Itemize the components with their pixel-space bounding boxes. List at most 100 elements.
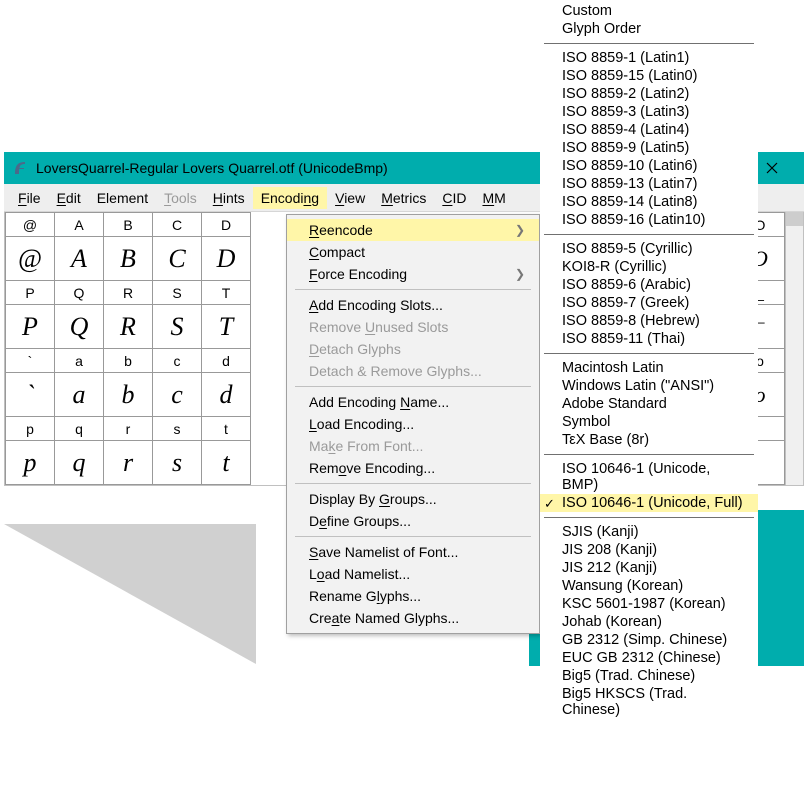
encoding-option[interactable]: ISO 8859-6 (Arabic)	[540, 276, 758, 294]
glyph-head: T	[202, 281, 251, 305]
encoding-option[interactable]: JIS 212 (Kanji)	[540, 559, 758, 577]
menu-item-detach-glyphs: Detach Glyphs	[287, 338, 539, 360]
glyph-cell[interactable]: T	[202, 305, 251, 349]
glyph-cell[interactable]: q	[55, 441, 104, 485]
glyph-cell[interactable]: d	[202, 373, 251, 417]
menu-item-compact[interactable]: Compact	[287, 241, 539, 263]
encoding-option[interactable]: ✓ISO 10646-1 (Unicode, Full)	[540, 494, 758, 512]
glyph-cell[interactable]: `	[6, 373, 55, 417]
encoding-option[interactable]: KSC 5601-1987 (Korean)	[540, 595, 758, 613]
menu-item-remove-encoding[interactable]: Remove Encoding...	[287, 457, 539, 479]
menu-item-define-groups[interactable]: Define Groups...	[287, 510, 539, 532]
encoding-option[interactable]: ISO 8859-1 (Latin1)	[540, 49, 758, 67]
menu-item-force-encoding[interactable]: Force Encoding❯	[287, 263, 539, 285]
encoding-option[interactable]: ISO 8859-16 (Latin10)	[540, 211, 758, 229]
menu-separator	[295, 289, 531, 290]
menu-item-add-encoding-name[interactable]: Add Encoding Name...	[287, 391, 539, 413]
glyph-cell[interactable]: t	[202, 441, 251, 485]
encoding-option[interactable]: Macintosh Latin	[540, 359, 758, 377]
encoding-option[interactable]: ISO 8859-4 (Latin4)	[540, 121, 758, 139]
menu-separator	[295, 536, 531, 537]
glyph-cell[interactable]: B	[104, 237, 153, 281]
glyph-cell[interactable]: @	[6, 237, 55, 281]
encoding-option[interactable]: ISO 8859-5 (Cyrillic)	[540, 240, 758, 258]
menu-edit[interactable]: Edit	[49, 187, 89, 209]
glyph-head: D	[202, 213, 251, 237]
encoding-option[interactable]: Wansung (Korean)	[540, 577, 758, 595]
glyph-cell[interactable]: Q	[55, 305, 104, 349]
glyph-head: S	[153, 281, 202, 305]
menu-item-reencode[interactable]: Reencode❯	[287, 219, 539, 241]
encoding-option[interactable]: KOI8-R (Cyrillic)	[540, 258, 758, 276]
menu-separator	[295, 483, 531, 484]
encoding-option[interactable]: SJIS (Kanji)	[540, 523, 758, 541]
encoding-option[interactable]: Glyph Order	[540, 20, 758, 38]
glyph-cell[interactable]: p	[6, 441, 55, 485]
encoding-option[interactable]: ISO 8859-8 (Hebrew)	[540, 312, 758, 330]
glyph-cell[interactable]: r	[104, 441, 153, 485]
glyph-cell[interactable]: b	[104, 373, 153, 417]
encoding-option[interactable]: ISO 8859-2 (Latin2)	[540, 85, 758, 103]
app-icon	[12, 160, 28, 176]
encoding-option[interactable]: ISO 8859-15 (Latin0)	[540, 67, 758, 85]
glyph-head: d	[202, 349, 251, 373]
glyph-cell[interactable]: P	[6, 305, 55, 349]
encoding-option[interactable]: Windows Latin ("ANSI")	[540, 377, 758, 395]
encoding-option[interactable]: GB 2312 (Simp. Chinese)	[540, 631, 758, 649]
glyph-head: p	[6, 417, 55, 441]
menu-separator	[544, 454, 754, 455]
glyph-head: B	[104, 213, 153, 237]
encoding-option[interactable]: ISO 8859-9 (Latin5)	[540, 139, 758, 157]
encoding-option[interactable]: EUC GB 2312 (Chinese)	[540, 649, 758, 667]
encoding-option[interactable]: JIS 208 (Kanji)	[540, 541, 758, 559]
encoding-option[interactable]: ISO 10646-1 (Unicode, BMP)	[540, 460, 758, 494]
glyph-cell[interactable]: s	[153, 441, 202, 485]
encoding-option[interactable]: ISO 8859-10 (Latin6)	[540, 157, 758, 175]
encoding-option[interactable]: Adobe Standard	[540, 395, 758, 413]
encoding-option[interactable]: Custom	[540, 2, 758, 20]
glyph-head: r	[104, 417, 153, 441]
glyph-cell[interactable]: S	[153, 305, 202, 349]
menu-separator	[544, 353, 754, 354]
encoding-option[interactable]: ΤεΧ Base (8r)	[540, 431, 758, 449]
menu-item-add-encoding-slots[interactable]: Add Encoding Slots...	[287, 294, 539, 316]
menu-hints[interactable]: Hints	[205, 187, 253, 209]
menu-element[interactable]: Element	[89, 187, 156, 209]
menu-item-rename-glyphs[interactable]: Rename Glyphs...	[287, 585, 539, 607]
glyph-head: s	[153, 417, 202, 441]
encoding-option[interactable]: ISO 8859-7 (Greek)	[540, 294, 758, 312]
menu-item-load-namelist[interactable]: Load Namelist...	[287, 563, 539, 585]
glyph-cell[interactable]: C	[153, 237, 202, 281]
encoding-option[interactable]: Johab (Korean)	[540, 613, 758, 631]
menu-view[interactable]: View	[327, 187, 373, 209]
scroll-thumb[interactable]	[786, 212, 803, 226]
glyph-head: a	[55, 349, 104, 373]
glyph-cell[interactable]: a	[55, 373, 104, 417]
menu-encoding[interactable]: Encoding	[253, 187, 327, 209]
submenu-arrow-icon: ❯	[515, 267, 525, 281]
encoding-option[interactable]: Symbol	[540, 413, 758, 431]
glyph-cell[interactable]: R	[104, 305, 153, 349]
encoding-option[interactable]: ISO 8859-11 (Thai)	[540, 330, 758, 348]
encoding-option[interactable]: ISO 8859-3 (Latin3)	[540, 103, 758, 121]
glyph-cell[interactable]: c	[153, 373, 202, 417]
menu-separator	[544, 517, 754, 518]
vertical-scrollbar[interactable]	[785, 212, 803, 485]
menu-item-create-named-glyphs[interactable]: Create Named Glyphs...	[287, 607, 539, 629]
menu-file[interactable]: File	[10, 187, 49, 209]
glyph-cell[interactable]: A	[55, 237, 104, 281]
encoding-option[interactable]: Big5 HKSCS (Trad. Chinese)	[540, 685, 758, 719]
menu-separator	[544, 43, 754, 44]
encoding-option[interactable]: Big5 (Trad. Chinese)	[540, 667, 758, 685]
glyph-cell[interactable]: D	[202, 237, 251, 281]
menu-metrics[interactable]: Metrics	[373, 187, 434, 209]
menu-item-save-namelist-of-font[interactable]: Save Namelist of Font...	[287, 541, 539, 563]
glyph-table[interactable]: @ABCD @ABCD PQRST PQRST `abcd `abcd pqrs…	[5, 212, 251, 485]
menu-mm[interactable]: MM	[474, 187, 513, 209]
menu-item-display-by-groups[interactable]: Display By Groups...	[287, 488, 539, 510]
encoding-option[interactable]: ISO 8859-14 (Latin8)	[540, 193, 758, 211]
menu-cid[interactable]: CID	[434, 187, 474, 209]
encoding-option[interactable]: ISO 8859-13 (Latin7)	[540, 175, 758, 193]
menu-item-remove-unused-slots: Remove Unused Slots	[287, 316, 539, 338]
menu-item-load-encoding[interactable]: Load Encoding...	[287, 413, 539, 435]
